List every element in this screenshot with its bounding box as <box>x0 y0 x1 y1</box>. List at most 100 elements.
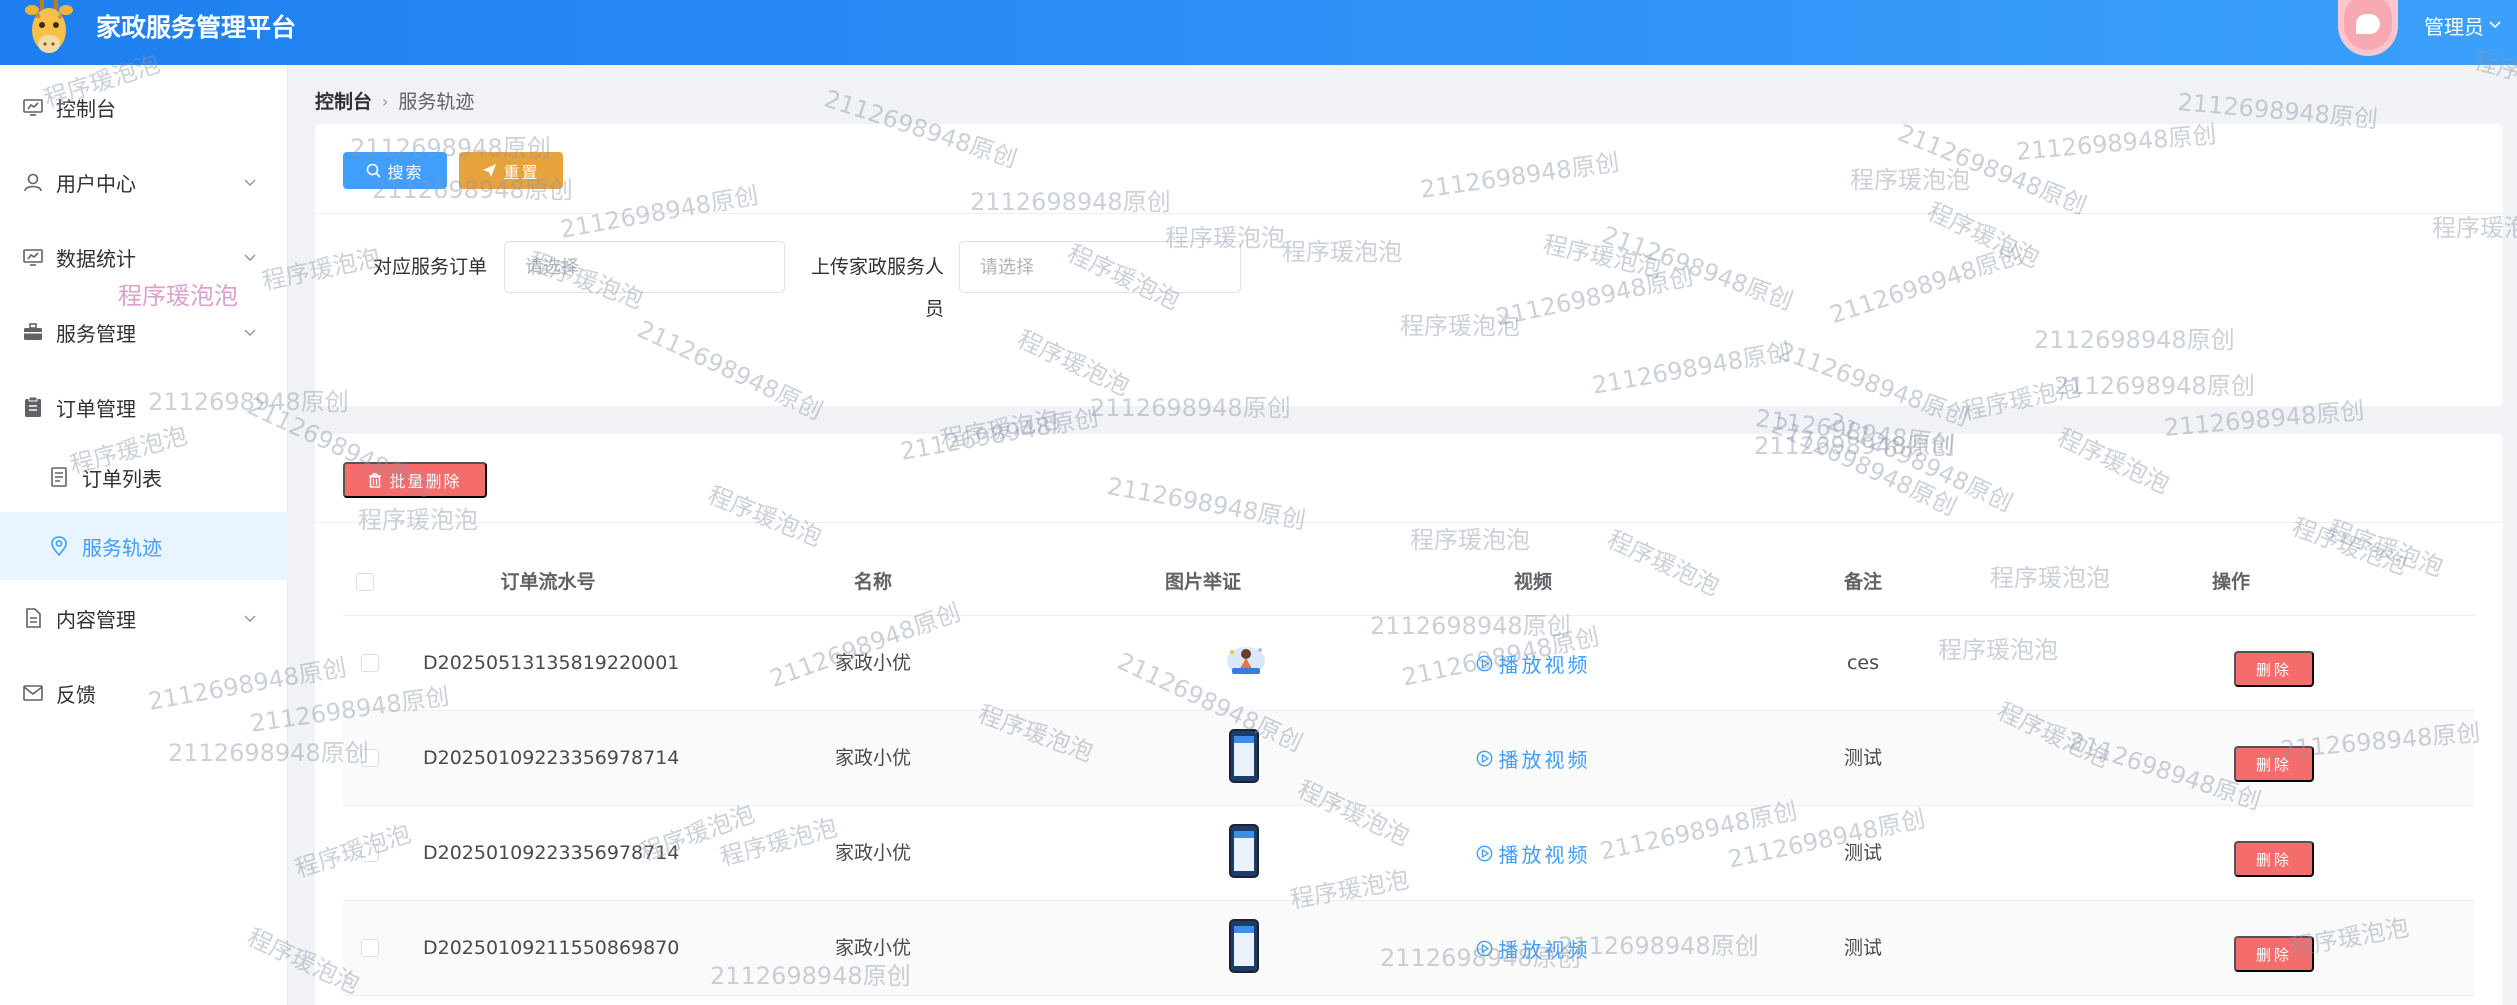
sidebar-item-statistics[interactable]: 数据统计 <box>0 227 288 287</box>
play-circle-icon <box>1476 655 1492 672</box>
avatar[interactable] <box>2338 0 2398 56</box>
row-checkbox[interactable] <box>361 749 379 767</box>
table-row: D20250109211550869870 家政小优 播放视频 测试 删除 <box>343 901 2475 996</box>
phone-screenshot-thumbnail[interactable] <box>1229 729 1259 783</box>
sidebar-item-label: 订单列表 <box>82 466 162 491</box>
service-name: 家政小优 <box>834 937 911 959</box>
service-name: 家政小优 <box>834 652 911 674</box>
order-number: D20250109223356978714 <box>423 842 680 864</box>
play-circle-icon <box>1476 940 1492 957</box>
breadcrumb-home[interactable]: 控制台 <box>315 89 372 115</box>
phone-screenshot-thumbnail[interactable] <box>1229 824 1259 878</box>
column-header: 视频 <box>1513 571 1552 593</box>
sidebar-item-label: 服务管理 <box>56 321 136 346</box>
briefcase-icon <box>24 323 42 340</box>
mail-icon <box>23 685 43 701</box>
table-row: D20250109223356978714 家政小优 播放视频 测试 删除 <box>343 711 2475 806</box>
chevron-down-icon <box>244 179 256 186</box>
reset-button[interactable]: 重置 <box>459 152 563 189</box>
illustration-thumbnail-icon[interactable] <box>1226 644 1266 678</box>
sidebar-item-label: 用户中心 <box>56 171 136 196</box>
sidebar-item-order-management[interactable]: 订单管理 <box>0 377 288 437</box>
sidebar-item-order-list[interactable]: 订单列表 <box>0 447 288 507</box>
delete-button[interactable]: 删除 <box>2234 936 2314 972</box>
send-icon <box>483 164 497 177</box>
play-video-link[interactable]: 播放视频 <box>1433 901 1633 996</box>
reset-button-label: 重置 <box>503 164 540 182</box>
sidebar-item-service-management[interactable]: 服务管理 <box>0 302 288 362</box>
sidebar-item-label: 反馈 <box>56 682 96 707</box>
remark: 测试 <box>1843 842 1882 864</box>
location-icon <box>51 536 67 557</box>
sidebar-item-label: 数据统计 <box>56 246 136 271</box>
remark: 测试 <box>1843 937 1882 959</box>
table-card: 批量删除 订单流水号 名称 图片举证 视频 备注 操作 D20250513135… <box>315 434 2503 1005</box>
phone-screenshot-thumbnail[interactable] <box>1229 919 1259 973</box>
chart-icon <box>23 249 43 266</box>
chevron-down-icon[interactable] <box>2487 16 2503 32</box>
play-video-link[interactable]: 播放视频 <box>1433 616 1633 711</box>
play-video-label: 播放视频 <box>1498 843 1591 867</box>
select-all-checkbox[interactable] <box>356 573 374 591</box>
user-name[interactable]: 管理员 <box>2424 14 2484 40</box>
search-card: 搜索 重置 对应服务订单 上传家政服务人 员 <box>315 124 2503 406</box>
clipboard-icon <box>25 396 41 417</box>
play-video-link[interactable]: 播放视频 <box>1433 806 1633 901</box>
delete-label: 删除 <box>2255 661 2292 679</box>
order-number: D20250513135819220001 <box>423 652 680 674</box>
sidebar-item-label: 控制台 <box>56 96 116 121</box>
sidebar-item-user-center[interactable]: 用户中心 <box>0 152 288 212</box>
app-header: 家政服务管理平台 管理员 <box>0 0 2517 65</box>
delete-button[interactable]: 删除 <box>2234 651 2314 687</box>
dashboard-icon <box>23 99 43 116</box>
delete-button[interactable]: 删除 <box>2234 746 2314 782</box>
chevron-down-icon <box>244 615 256 622</box>
chevron-down-icon <box>244 329 256 336</box>
breadcrumb: 控制台 › 服务轨迹 <box>315 89 474 115</box>
sidebar: 控制台 用户中心 数据统计 服务管理 订单管理 订单列表 服务轨迹 内容管理 反… <box>0 65 288 1005</box>
sidebar-item-service-track[interactable]: 服务轨迹 <box>0 512 288 580</box>
order-number: D20250109211550869870 <box>423 937 680 959</box>
play-video-label: 播放视频 <box>1498 653 1591 677</box>
chevron-down-icon <box>244 254 256 261</box>
worker-field-label-cont: 员 <box>925 298 945 320</box>
sidebar-item-dashboard[interactable]: 控制台 <box>0 77 288 137</box>
row-checkbox[interactable] <box>361 939 379 957</box>
batch-delete-button[interactable]: 批量删除 <box>343 462 487 498</box>
worker-select[interactable] <box>959 241 1241 293</box>
worker-field-label: 上传家政服务人 <box>811 256 945 278</box>
column-header: 备注 <box>1843 571 1882 593</box>
breadcrumb-current: 服务轨迹 <box>398 91 475 113</box>
play-circle-icon <box>1476 845 1492 862</box>
file-icon <box>26 608 41 628</box>
chevron-right-icon: › <box>382 92 389 111</box>
sidebar-item-label: 内容管理 <box>56 607 136 632</box>
play-video-label: 播放视频 <box>1498 748 1591 772</box>
table-header: 订单流水号 名称 图片举证 视频 备注 操作 <box>343 548 2475 616</box>
service-name: 家政小优 <box>834 842 911 864</box>
service-name: 家政小优 <box>834 747 911 769</box>
divider <box>315 522 2503 523</box>
search-button[interactable]: 搜索 <box>343 152 447 189</box>
column-header: 订单流水号 <box>500 571 596 593</box>
row-checkbox[interactable] <box>361 654 379 672</box>
row-checkbox[interactable] <box>361 844 379 862</box>
play-video-label: 播放视频 <box>1498 938 1591 962</box>
delete-button[interactable]: 删除 <box>2234 841 2314 877</box>
sidebar-item-feedback[interactable]: 反馈 <box>0 663 288 723</box>
remark: ces <box>1846 652 1880 674</box>
trash-icon <box>369 472 382 488</box>
user-icon <box>24 173 42 192</box>
play-video-link[interactable]: 播放视频 <box>1433 711 1633 806</box>
search-button-label: 搜索 <box>387 164 424 182</box>
search-icon <box>367 163 382 178</box>
remark: 测试 <box>1843 747 1882 769</box>
sidebar-item-content-management[interactable]: 内容管理 <box>0 588 288 648</box>
divider <box>315 213 2503 214</box>
play-circle-icon <box>1476 750 1492 767</box>
table-row: D20250109223356978714 家政小优 播放视频 测试 删除 <box>343 806 2475 901</box>
order-select[interactable] <box>504 241 785 293</box>
giraffe-logo-icon <box>25 0 73 53</box>
document-icon <box>51 467 67 487</box>
app-title: 家政服务管理平台 <box>96 13 297 42</box>
